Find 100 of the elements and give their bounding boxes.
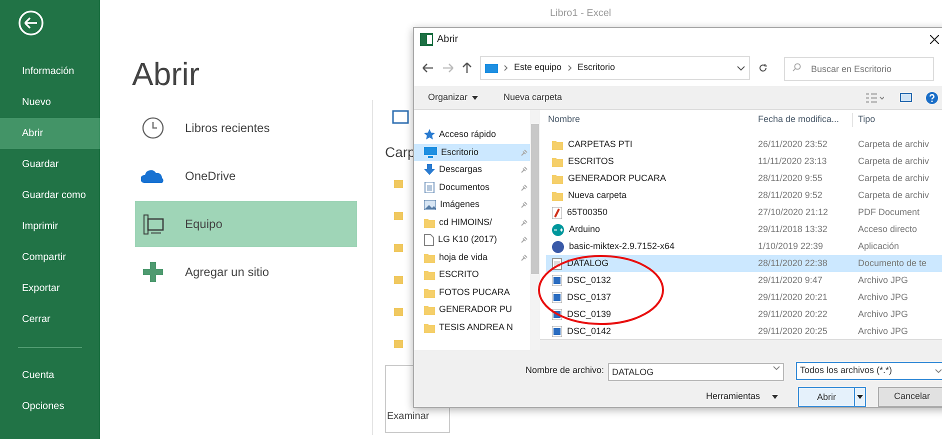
file-name: DSC_0142 <box>567 324 612 338</box>
file-row[interactable]: DATALOG 28/11/2020 22:38 Documento de te <box>546 255 942 272</box>
window-title: Libro1 - Excel <box>550 7 612 21</box>
place-item[interactable]: Libros recientes <box>135 105 357 151</box>
organize-button[interactable]: Organizar <box>428 90 478 104</box>
file-type: Archivo JPG <box>857 324 908 338</box>
folder-icon <box>424 252 435 263</box>
dropdown-icon[interactable] <box>773 366 780 370</box>
file-row[interactable]: DSC_0137 29/11/2020 20:21 Archivo JPG <box>546 289 942 306</box>
close-icon <box>930 34 938 44</box>
column-header[interactable]: Nombre <box>546 113 756 127</box>
open-button[interactable]: Abrir <box>798 387 866 407</box>
dropdown-button[interactable] <box>854 388 865 406</box>
place-item[interactable]: OneDrive <box>135 153 357 199</box>
nav-item[interactable]: TESIS ANDREA N <box>414 318 540 336</box>
refresh-icon[interactable] <box>758 63 768 73</box>
folder-icon <box>394 244 403 252</box>
file-row[interactable]: CARPETAS PTI 26/11/2020 23:52 Carpeta de archiv <box>546 136 942 153</box>
nav-item[interactable]: hoja de vida <box>414 248 540 266</box>
file-type: Aplicación <box>857 240 900 253</box>
filter-dropdown[interactable]: Todos los archivos (*.*) <box>796 362 942 380</box>
preview-pane-icon[interactable] <box>900 93 912 102</box>
file-row[interactable]: GENERADOR PUCARA 28/11/2020 9:55 Carpeta de archiv <box>546 170 942 187</box>
breadcrumb[interactable]: Este equipo <box>514 61 562 75</box>
file-row[interactable]: ESCRITOS 11/11/2020 23:13 Carpeta de archiv <box>546 153 942 170</box>
plus-icon <box>141 260 165 284</box>
folder-icon <box>394 276 403 284</box>
folder-icon <box>424 216 435 228</box>
menu-item[interactable]: Abrir <box>0 118 100 149</box>
monitor-icon <box>485 64 498 72</box>
file-date: 28/11/2020 22:38 <box>757 256 828 270</box>
file-type: Archivo JPG <box>857 290 908 304</box>
folder-icon <box>394 180 403 188</box>
file-row[interactable]: basic-miktex-2.9.7152-x64 1/10/2019 22:39 Aplicación <box>546 238 942 255</box>
nav-item[interactable]: Descargas <box>414 161 540 178</box>
file-date: 29/11/2020 9:47 <box>757 274 824 287</box>
file-type: Carpeta de archiv <box>857 154 930 168</box>
file-date: 11/11/2020 23:13 <box>757 154 828 168</box>
nav-item[interactable]: ESCRITO <box>414 266 540 284</box>
pdf-icon <box>552 206 562 218</box>
file-date: 29/11/2020 20:21 <box>757 290 828 304</box>
filename-field[interactable]: DATALOG <box>608 362 784 380</box>
menu-item[interactable]: Guardar como <box>0 180 100 211</box>
place-item[interactable]: Equipo <box>135 201 357 247</box>
file-row[interactable]: DSC_0139 29/11/2020 20:22 Archivo JPG <box>546 306 942 323</box>
nav-item[interactable]: Imágenes <box>414 196 540 214</box>
nav-item[interactable]: GENERADOR PU <box>414 301 540 318</box>
menu-item[interactable]: Información <box>0 56 100 87</box>
dropdown-icon[interactable] <box>737 66 745 70</box>
menu-item[interactable]: Imprimir <box>0 211 100 242</box>
file-row[interactable]: Arduino 29/11/2018 13:32 Acceso directo <box>546 221 942 238</box>
nav-item[interactable]: Acceso rápido <box>414 126 540 144</box>
caret-icon <box>772 395 778 399</box>
menu-item[interactable]: Exportar <box>0 273 100 304</box>
star-icon <box>424 129 435 140</box>
search-field[interactable]: Buscar en Escritorio <box>784 56 934 80</box>
tools-button[interactable]: Herramientas <box>706 390 778 404</box>
nav-item[interactable]: LG K10 (2017) <box>414 231 540 248</box>
folder-icon <box>552 173 563 184</box>
nav-item[interactable]: FOTOS PUCARA <box>414 284 540 301</box>
column-header[interactable]: Fecha de modifica... <box>756 113 853 127</box>
app-icon <box>552 240 564 252</box>
new-folder-button[interactable]: Nueva carpeta <box>504 90 562 104</box>
cancel-button[interactable]: Cancelar <box>878 387 942 407</box>
column-header[interactable]: Tipo <box>853 113 876 127</box>
image-icon <box>552 292 562 303</box>
address-bar[interactable]: Este equipo Escritorio <box>480 56 750 80</box>
up-icon[interactable] <box>462 62 472 74</box>
menu-item[interactable]: Cuenta <box>0 360 100 391</box>
nav-item[interactable]: Documentos <box>414 178 540 196</box>
file-name: DATALOG <box>567 256 609 270</box>
dialog-title: Abrir <box>437 32 458 46</box>
help-icon[interactable] <box>926 92 938 104</box>
menu-item[interactable]: Nuevo <box>0 87 100 118</box>
caret-icon <box>857 395 863 399</box>
breadcrumb[interactable]: Escritorio <box>578 61 616 75</box>
file-row[interactable]: DSC_0132 29/11/2020 9:47 Archivo JPG <box>546 272 942 289</box>
file-date: 29/11/2020 20:22 <box>757 308 828 321</box>
cloud-icon <box>141 169 165 183</box>
menu-item[interactable]: Compartir <box>0 242 100 273</box>
file-type: Carpeta de archiv <box>857 138 930 151</box>
file-date: 29/11/2020 20:25 <box>757 324 828 338</box>
file-icon <box>424 234 434 246</box>
computer-icon <box>141 212 165 236</box>
file-date: 28/11/2020 9:55 <box>757 172 824 185</box>
file-name: 65T00350 <box>567 206 608 219</box>
view-icon[interactable] <box>866 92 884 102</box>
file-row[interactable]: Nueva carpeta 28/11/2020 9:52 Carpeta de archiv <box>546 187 942 204</box>
menu-item[interactable]: Guardar <box>0 149 100 180</box>
scrollbar-thumb[interactable] <box>531 124 539 274</box>
place-item[interactable]: Agregar un sitio <box>135 249 357 295</box>
download-icon <box>424 164 435 176</box>
menu-item[interactable]: Opciones <box>0 391 100 422</box>
menu-item[interactable]: Cerrar <box>0 304 100 335</box>
folder-icon <box>552 190 563 201</box>
nav-item[interactable]: cd HIMOINS/ <box>414 214 540 231</box>
file-row[interactable]: DSC_0142 29/11/2020 20:25 Archivo JPG <box>546 323 942 340</box>
back-icon[interactable] <box>422 63 434 73</box>
file-row[interactable]: 65T00350 27/10/2020 21:12 PDF Document <box>546 204 942 221</box>
folder-icon <box>424 269 435 280</box>
